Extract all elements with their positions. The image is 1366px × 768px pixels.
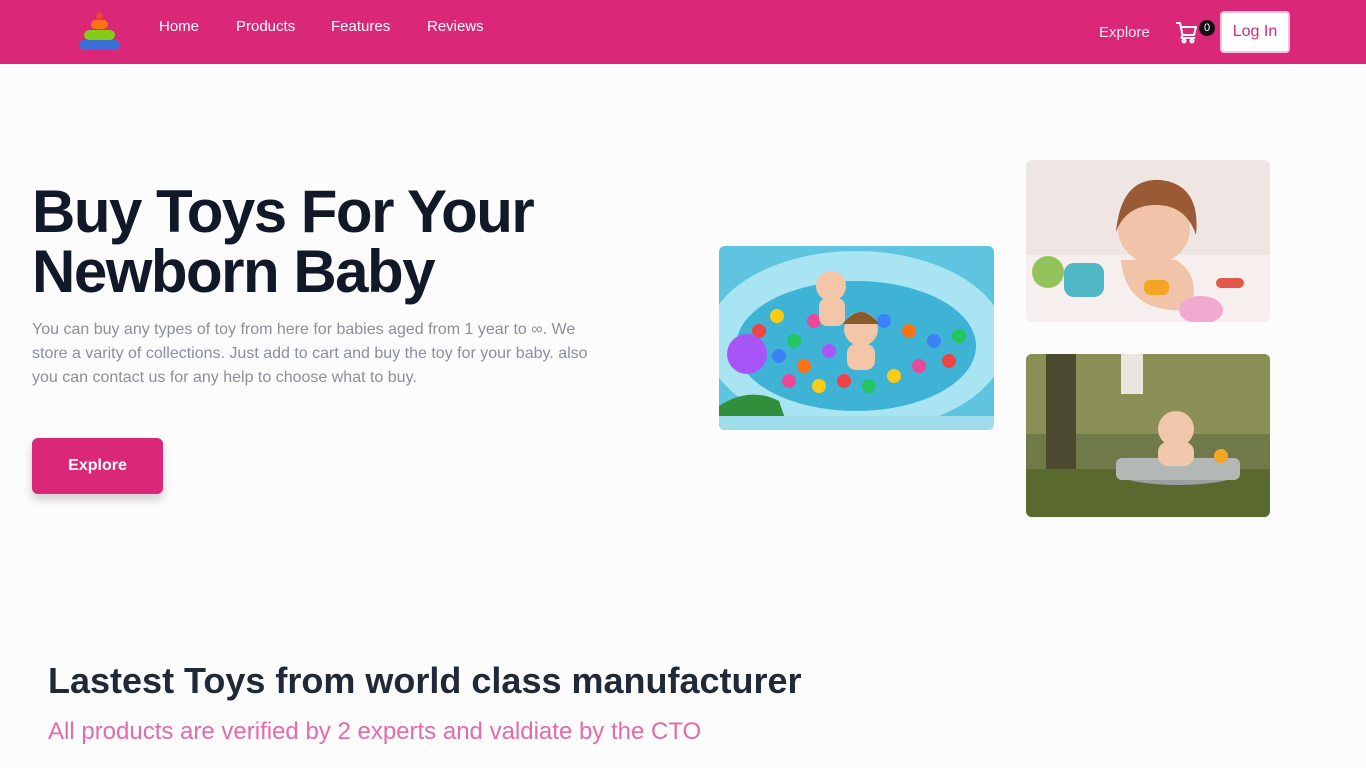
hero-explore-button[interactable]: Explore [32, 438, 163, 494]
nav-link-features[interactable]: Features [331, 18, 390, 35]
section-subtitle: All products are verified by 2 experts a… [48, 718, 702, 745]
cart-count-badge: 0 [1199, 20, 1215, 36]
nav-link-home[interactable]: Home [159, 18, 199, 35]
bath-toys-photo [1026, 160, 1270, 322]
section-title: Lastest Toys from world class manufactur… [48, 660, 802, 701]
logo-icon[interactable] [79, 12, 120, 50]
top-navbar: Home Products Features Reviews Explore 0… [0, 0, 1366, 64]
login-button[interactable]: Log In [1220, 11, 1290, 53]
hero-title: Buy Toys For Your Newborn Baby [32, 178, 535, 305]
nav-link-products[interactable]: Products [236, 18, 295, 35]
nav-explore-link[interactable]: Explore [1099, 24, 1150, 41]
ball-pit-photo [719, 246, 994, 430]
hero-description: You can buy any types of toy from here f… [32, 321, 588, 386]
nav-link-reviews[interactable]: Reviews [427, 18, 484, 35]
outdoor-bath-photo [1026, 354, 1270, 517]
cart-icon[interactable] [1175, 20, 1199, 44]
